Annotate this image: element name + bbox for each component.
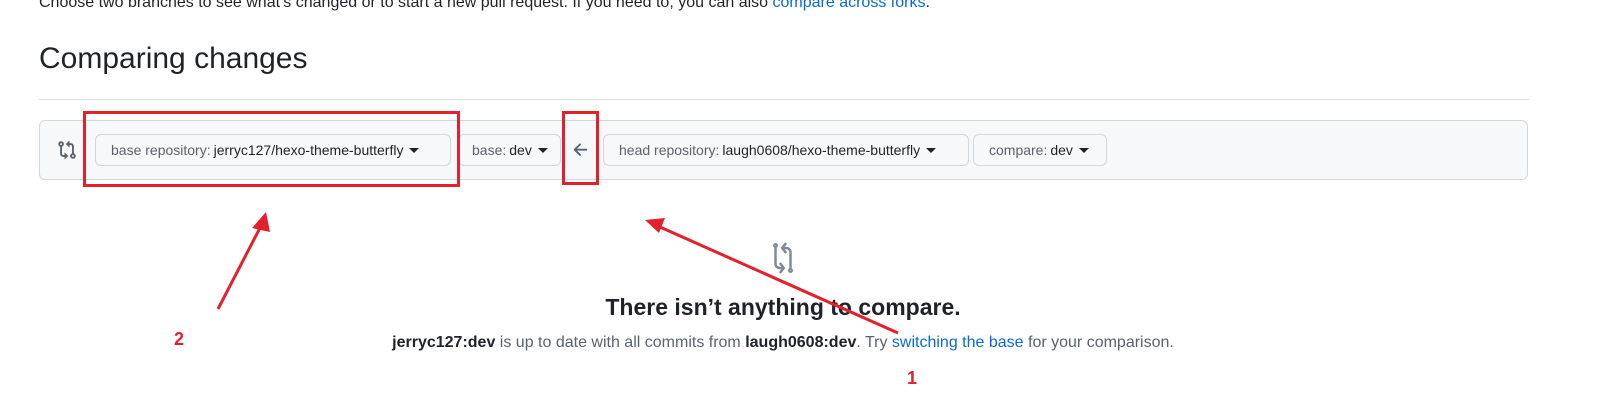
compare-branch-value: dev bbox=[1050, 142, 1073, 158]
annotation-box-swap bbox=[562, 111, 599, 185]
title-divider bbox=[39, 99, 1529, 100]
desc-mid: is up to date with all commits from bbox=[495, 334, 746, 351]
blankslate-title: There isn’t anything to compare. bbox=[605, 294, 961, 320]
page-title: Comparing changes bbox=[39, 42, 308, 75]
head-repository-label: head repository: bbox=[619, 142, 720, 158]
compare-across-forks-link[interactable]: compare across forks bbox=[773, 0, 926, 11]
annotation-label-1: 1 bbox=[907, 368, 918, 388]
base-branch-label: base: bbox=[472, 142, 507, 158]
head-repository-value: laugh0608/hexo-theme-butterfly bbox=[722, 142, 921, 158]
caret-down-icon bbox=[537, 147, 548, 153]
blankslate-description: jerryc127:dev is up to date with all com… bbox=[0, 334, 1566, 352]
compare-branch-label: compare: bbox=[989, 142, 1048, 158]
base-branch-value: dev bbox=[509, 142, 532, 158]
intro-text: Choose two branches to see what’s change… bbox=[39, 0, 769, 11]
caret-down-icon bbox=[1078, 147, 1089, 153]
annotation-arrowhead-1 bbox=[645, 218, 665, 233]
desc-end: for your comparison. bbox=[1023, 334, 1174, 351]
annotation-arrowhead-2 bbox=[252, 212, 270, 232]
git-compare-icon bbox=[58, 140, 76, 160]
compare-intro-text: Choose two branches to see what’s change… bbox=[39, 0, 930, 12]
switching-the-base-link[interactable]: switching the base bbox=[892, 334, 1024, 351]
head-ref: laugh0608:dev bbox=[745, 334, 857, 351]
annotation-label-2: 2 bbox=[174, 329, 185, 349]
base-branch-select[interactable]: base: dev bbox=[458, 134, 561, 166]
base-ref: jerryc127:dev bbox=[392, 334, 496, 351]
annotation-box-base-repo bbox=[83, 111, 460, 187]
git-compare-large-icon bbox=[773, 242, 793, 274]
head-repository-select[interactable]: head repository: laugh0608/hexo-theme-bu… bbox=[603, 134, 969, 166]
compare-branch-select[interactable]: compare: dev bbox=[973, 134, 1107, 166]
intro-suffix: . bbox=[925, 0, 930, 11]
caret-down-icon bbox=[926, 147, 937, 153]
desc-try: . Try bbox=[856, 334, 892, 351]
